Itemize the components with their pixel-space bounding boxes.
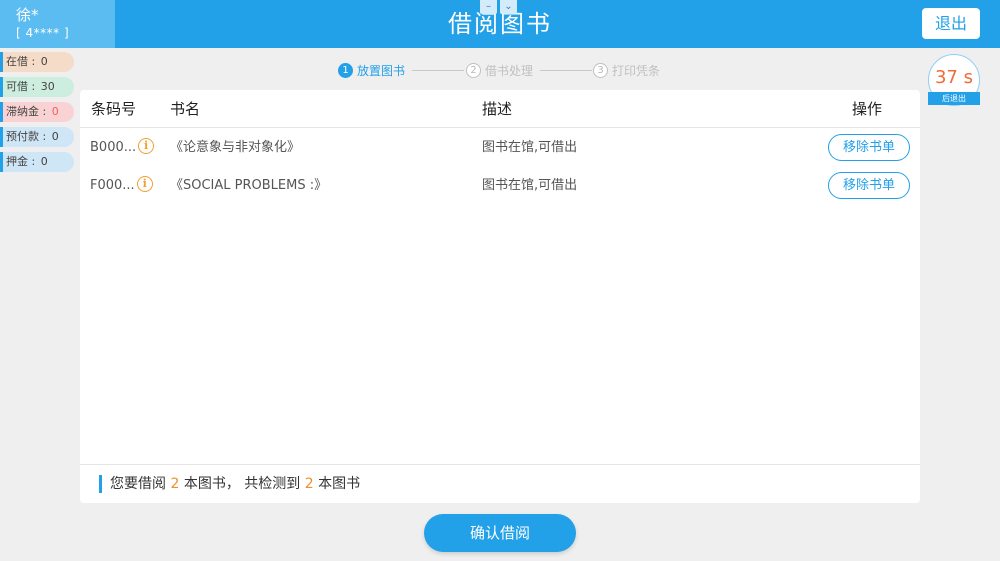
step-print-receipt: 3 打印凭条 — [593, 61, 660, 79]
stat-value: 30 — [40, 80, 55, 93]
summary-part: 您要借阅 — [110, 476, 171, 492]
stat-prepayment: 预付款 : 0 — [0, 127, 74, 147]
stat-label: 可借 : — [6, 80, 39, 93]
description-cell: 图书在馆,可借出 — [482, 140, 578, 155]
stat-label: 押金 : — [6, 155, 39, 168]
summary-part: 本图书， 共检测到 — [179, 476, 305, 492]
summary-part: 本图书 — [313, 476, 361, 492]
remove-book-button[interactable]: 移除书单 — [828, 172, 910, 199]
step-place-books: 1 放置图书 — [338, 61, 405, 79]
confirm-borrow-button[interactable]: 确认借阅 — [424, 514, 576, 552]
countdown-seconds: 37 s — [934, 67, 973, 88]
summary-bar: 您要借阅 2 本图书， 共检测到 2 本图书 — [80, 464, 920, 503]
stat-available: 可借 : 30 — [0, 77, 74, 97]
step-number: 3 — [593, 62, 608, 78]
step-number: 2 — [466, 62, 481, 78]
stat-value: 0 — [51, 130, 59, 143]
step-process: 2 借书处理 — [466, 61, 533, 79]
summary-text: 您要借阅 2 本图书， 共检测到 2 本图书 — [99, 475, 360, 493]
barcode-cell: F000... i — [90, 167, 153, 205]
title-cell: 《SOCIAL PROBLEMS :》 — [170, 178, 328, 193]
barcode-text: F000... — [90, 178, 135, 193]
step-connector — [412, 70, 464, 71]
info-icon[interactable]: i — [136, 176, 153, 192]
detected-count: 2 — [304, 476, 314, 492]
book-list-panel: 条码号 书名 描述 操作 B000... i 《论意象与非对象化》 图书在馆,可借… — [80, 90, 920, 503]
stat-late-fee: 滞纳金 : 0 — [0, 102, 74, 122]
step-number: 1 — [338, 62, 353, 78]
stat-value: 0 — [40, 155, 48, 168]
title-cell: 《论意象与非对象化》 — [170, 140, 301, 155]
minimize-icon[interactable]: – — [480, 0, 497, 14]
stat-label: 预付款 : — [6, 130, 50, 143]
stat-deposit: 押金 : 0 — [0, 152, 74, 172]
header-bar: 徐* [ 4**** ] 借阅图书 – ⌄ 退出 — [0, 0, 1000, 48]
window-controls: – ⌄ — [480, 0, 517, 14]
step-label: 打印凭条 — [612, 63, 661, 78]
header-barcode: 条码号 — [91, 100, 137, 118]
countdown-timer: 37 s 后退出 — [928, 54, 980, 106]
exit-button[interactable]: 退出 — [922, 8, 980, 39]
step-connector — [540, 70, 592, 71]
header-action: 操作 — [852, 100, 883, 118]
chevron-down-icon[interactable]: ⌄ — [500, 0, 517, 14]
header-title: 书名 — [170, 100, 201, 118]
stat-value: 0 — [40, 55, 48, 68]
barcode-text: B000... — [90, 140, 137, 155]
step-label: 借书处理 — [485, 63, 534, 78]
stat-value: 0 — [51, 105, 59, 118]
step-label: 放置图书 — [357, 63, 406, 78]
table-header: 条码号 书名 描述 操作 — [80, 90, 920, 128]
barcode-cell: B000... i — [90, 129, 155, 167]
description-cell: 图书在馆,可借出 — [482, 178, 578, 193]
countdown-label: 后退出 — [928, 92, 980, 105]
stat-borrowed: 在借 : 0 — [0, 52, 74, 72]
header-description: 描述 — [482, 100, 513, 118]
table-row: F000... i 《SOCIAL PROBLEMS :》 图书在馆,可借出 移除… — [80, 167, 920, 205]
stat-label: 滞纳金 : — [6, 105, 50, 118]
table-row: B000... i 《论意象与非对象化》 图书在馆,可借出 移除书单 — [80, 129, 920, 167]
info-icon[interactable]: i — [138, 138, 155, 154]
stat-label: 在借 : — [6, 55, 39, 68]
remove-book-button[interactable]: 移除书单 — [828, 134, 910, 161]
